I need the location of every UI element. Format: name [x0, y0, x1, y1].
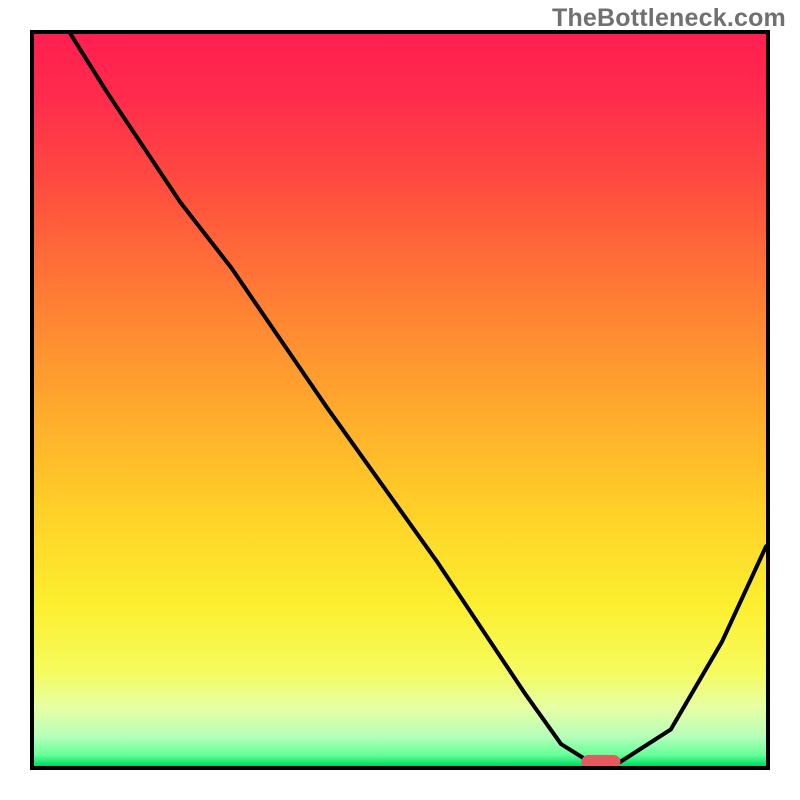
bottleneck-curve	[34, 34, 766, 766]
optimum-marker	[582, 755, 621, 769]
watermark-text: TheBottleneck.com	[552, 4, 786, 33]
plot-area	[30, 30, 770, 770]
bottleneck-figure: TheBottleneck.com	[0, 0, 800, 800]
